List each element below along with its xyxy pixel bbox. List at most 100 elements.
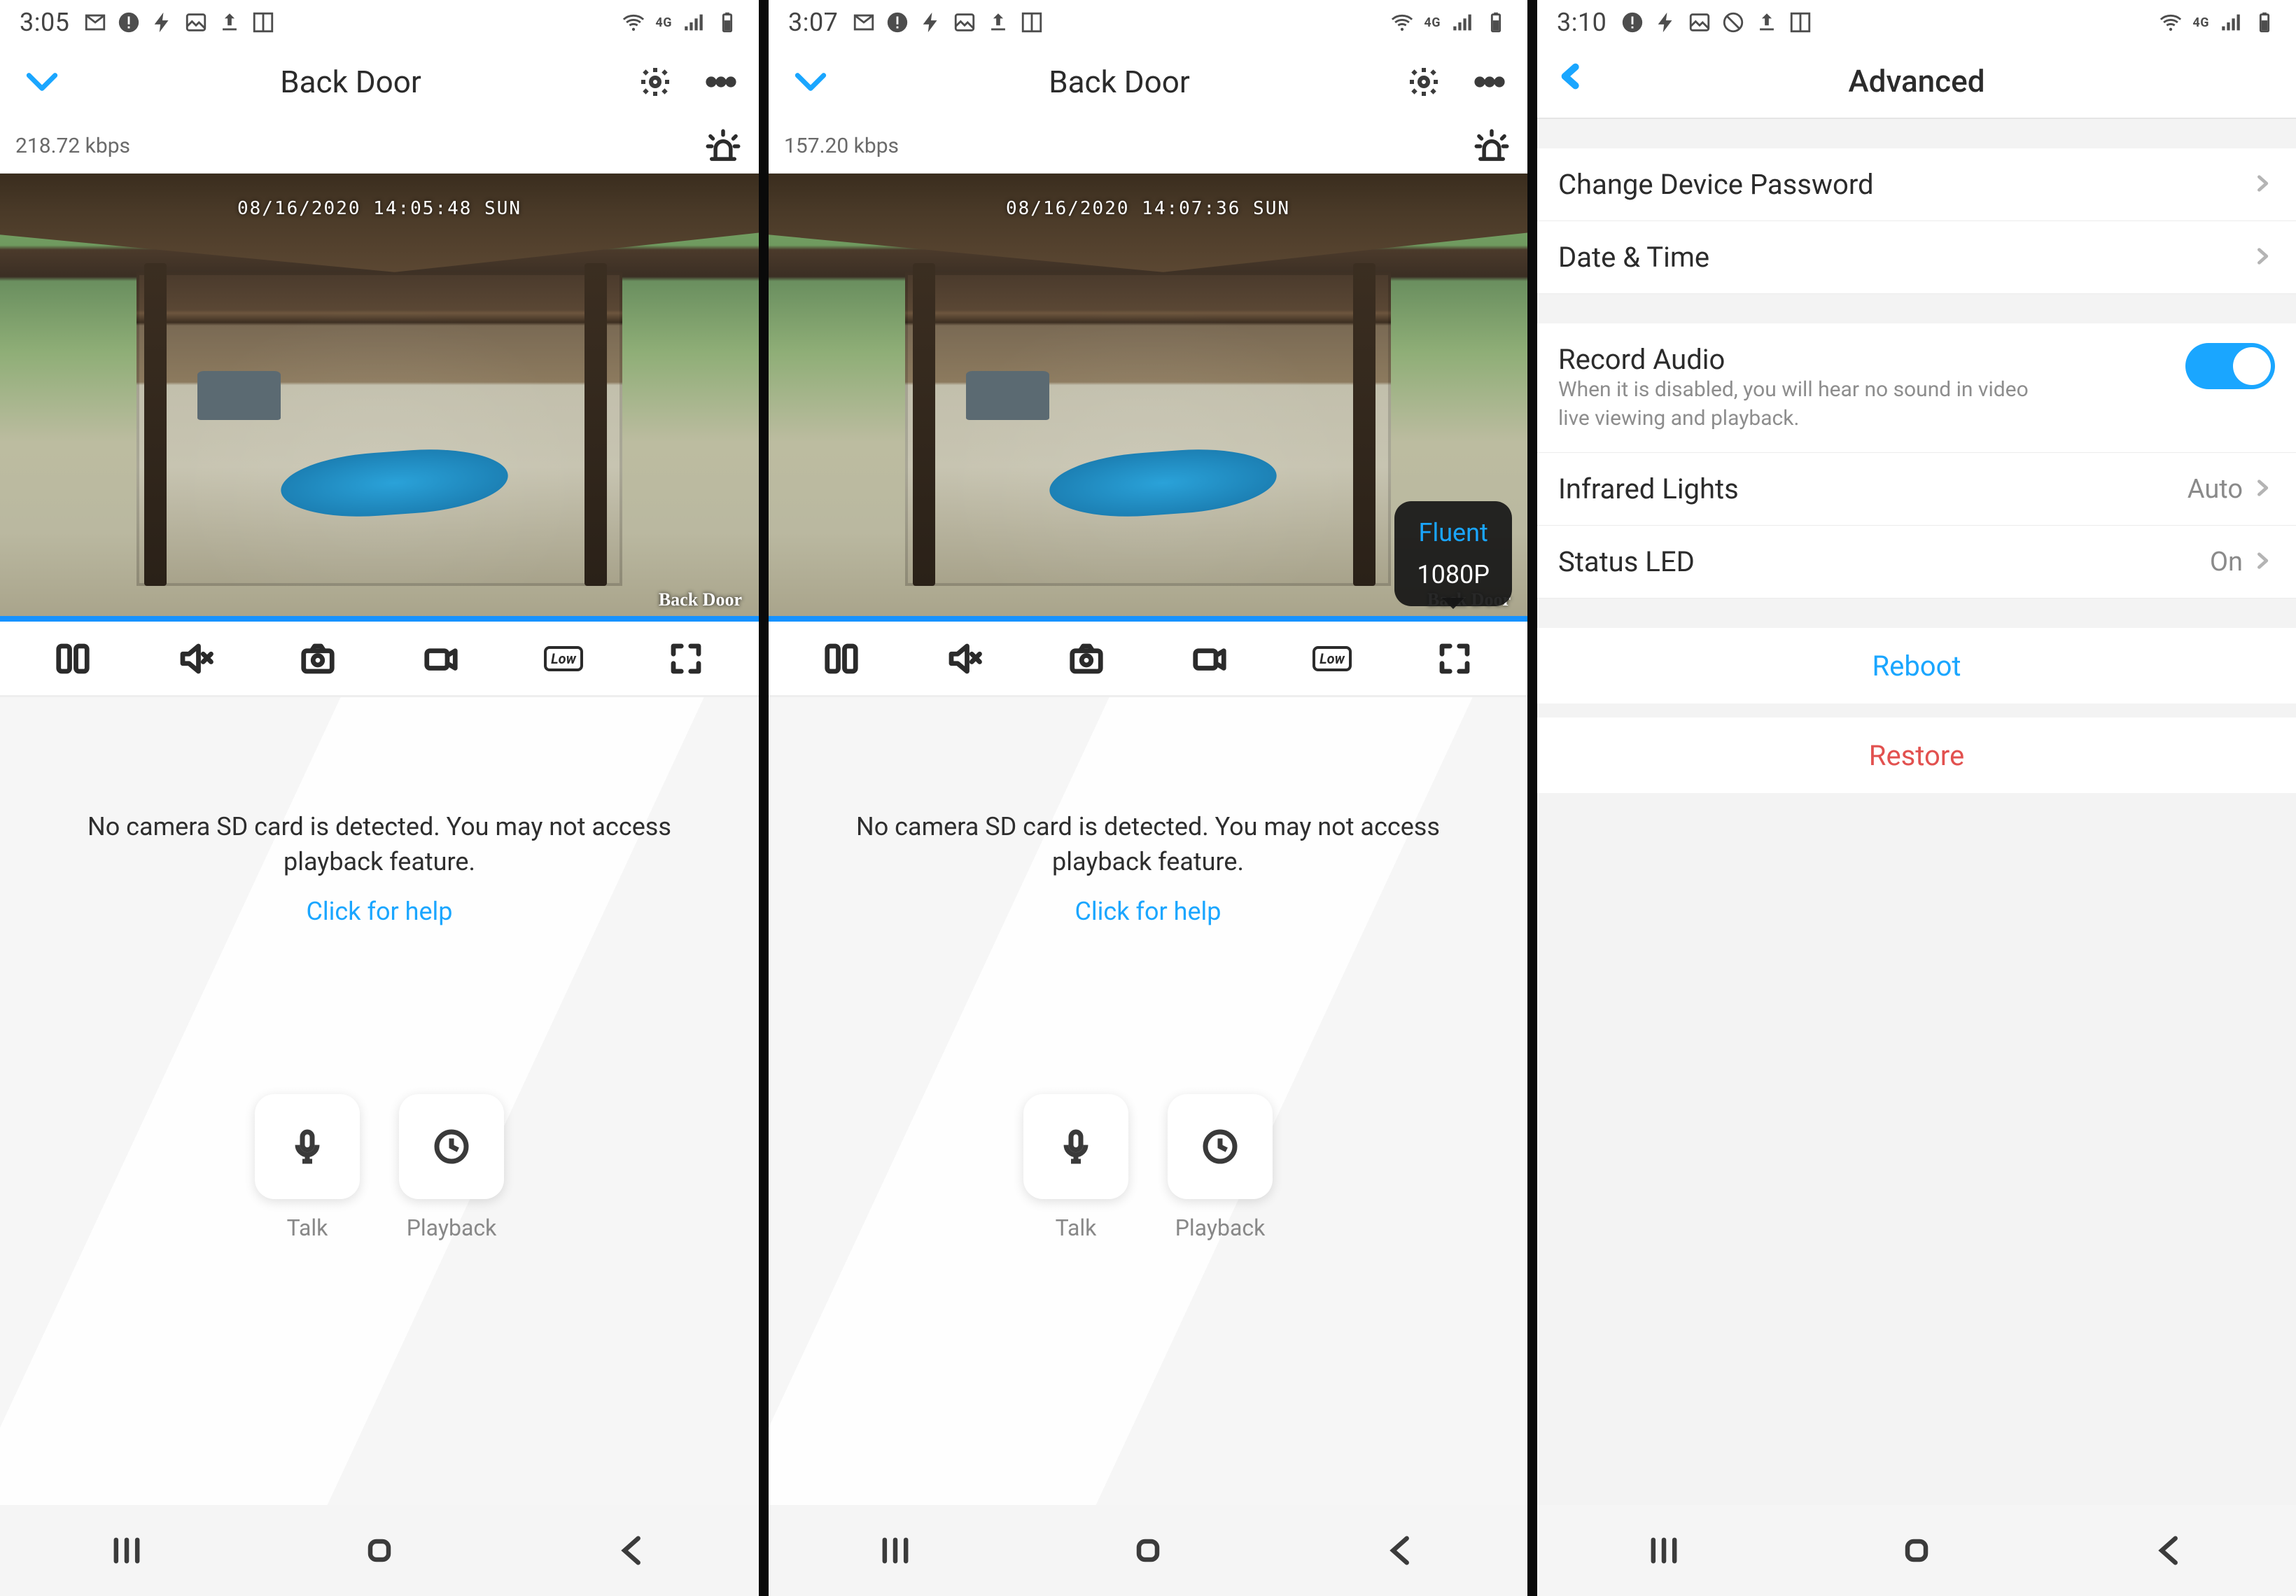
bitrate-bar: 157.20 kbps xyxy=(769,119,1527,174)
row-record-audio[interactable]: Record Audio When it is disabled, you wi… xyxy=(1537,323,2296,453)
recents-button[interactable] xyxy=(1636,1522,1692,1578)
back-chevron[interactable] xyxy=(788,59,833,104)
bitrate-value: 218.72 kbps xyxy=(15,134,130,158)
settings-gear-icon[interactable] xyxy=(637,64,673,100)
upload-icon xyxy=(1755,10,1779,34)
bolt-icon xyxy=(1654,10,1678,34)
fullscreen-icon[interactable] xyxy=(1434,638,1476,680)
network-label: 4G xyxy=(2192,15,2209,30)
more-menu-icon[interactable] xyxy=(1471,64,1508,100)
bolt-icon xyxy=(150,10,174,34)
help-link[interactable]: Click for help xyxy=(306,897,452,926)
app-header: Back Door xyxy=(769,45,1527,119)
status-clock: 3:05 xyxy=(20,8,69,37)
network-label: 4G xyxy=(655,15,672,30)
image-icon xyxy=(184,10,208,34)
more-menu-icon[interactable] xyxy=(703,64,739,100)
phone-screen-2: 3:07 4G Back Door xyxy=(759,0,1527,1596)
signal-bars-icon xyxy=(2219,10,2243,34)
wifi-icon xyxy=(622,10,645,34)
recents-button[interactable] xyxy=(99,1522,155,1578)
home-button[interactable] xyxy=(1120,1522,1176,1578)
settings-list: Change Device Password Date & Time Recor… xyxy=(1537,119,2296,1505)
home-button[interactable] xyxy=(351,1522,407,1578)
home-button[interactable] xyxy=(1889,1522,1945,1578)
android-status-bar: 3:05 4G xyxy=(0,0,759,45)
row-date-time[interactable]: Date & Time xyxy=(1537,221,2296,294)
android-nav-bar xyxy=(0,1505,759,1596)
quality-button[interactable]: Low xyxy=(1311,638,1353,680)
video-toolbar: Low xyxy=(0,622,759,697)
multi-view-icon[interactable] xyxy=(52,638,94,680)
talk-button[interactable] xyxy=(255,1094,360,1199)
back-chevron[interactable] xyxy=(1557,62,1595,100)
phone-screen-3: 3:10 4G Advanced Change Device Pa xyxy=(1527,0,2296,1596)
app-header: Back Door xyxy=(0,45,759,119)
multi-view-icon[interactable] xyxy=(820,638,862,680)
phone-screen-1: 3:05 4G Back Door xyxy=(0,0,759,1596)
mute-icon[interactable] xyxy=(943,638,985,680)
android-status-bar: 3:10 4G xyxy=(1537,0,2296,45)
talk-label: Talk xyxy=(1056,1214,1097,1241)
live-video-feed[interactable]: 08/16/2020 14:05:48 SUN Back Door xyxy=(0,174,759,622)
talk-button[interactable] xyxy=(1023,1094,1128,1199)
back-button[interactable] xyxy=(1373,1522,1429,1578)
siren-icon[interactable] xyxy=(1471,126,1512,167)
playback-notice-area: No camera SD card is detected. You may n… xyxy=(0,697,759,1505)
live-video-feed[interactable]: 08/16/2020 14:07:36 SUN Back Door Fluent… xyxy=(769,174,1527,622)
wifi-icon xyxy=(1390,10,1414,34)
row-label: Date & Time xyxy=(1558,241,1709,274)
dnd-icon xyxy=(1721,10,1745,34)
recents-button[interactable] xyxy=(867,1522,923,1578)
battery-icon xyxy=(715,10,739,34)
row-value: On xyxy=(2210,547,2243,578)
quality-option-1080p[interactable]: 1080P xyxy=(1417,560,1490,589)
back-button[interactable] xyxy=(604,1522,660,1578)
advanced-header: Advanced xyxy=(1537,45,2296,119)
book-icon xyxy=(1788,10,1812,34)
record-video-icon[interactable] xyxy=(420,638,462,680)
upload-icon xyxy=(218,10,241,34)
android-nav-bar xyxy=(1537,1505,2296,1596)
back-chevron[interactable] xyxy=(20,59,64,104)
fullscreen-icon[interactable] xyxy=(665,638,707,680)
playback-button[interactable] xyxy=(1168,1094,1273,1199)
video-camera-name: Back Door xyxy=(659,589,742,610)
android-status-bar: 3:07 4G xyxy=(769,0,1527,45)
row-status-led[interactable]: Status LED On xyxy=(1537,526,2296,598)
android-nav-bar xyxy=(769,1505,1527,1596)
reboot-button[interactable]: Reboot xyxy=(1537,628,2296,704)
playback-label: Playback xyxy=(1175,1214,1266,1241)
row-description: When it is disabled, you will hear no so… xyxy=(1558,376,2047,433)
row-label: Record Audio xyxy=(1558,343,2185,376)
chevron-right-icon xyxy=(2253,478,2275,500)
snapshot-camera-icon[interactable] xyxy=(297,638,339,680)
siren-icon[interactable] xyxy=(703,126,743,167)
row-label: Infrared Lights xyxy=(1558,472,1739,505)
record-audio-toggle[interactable] xyxy=(2185,343,2275,389)
restore-button[interactable]: Restore xyxy=(1537,718,2296,793)
settings-gear-icon[interactable] xyxy=(1406,64,1442,100)
row-infrared-lights[interactable]: Infrared Lights Auto xyxy=(1537,453,2296,526)
quality-option-fluent[interactable]: Fluent xyxy=(1417,518,1490,547)
status-clock: 3:07 xyxy=(788,8,838,37)
alert-icon xyxy=(886,10,909,34)
sd-card-warning: No camera SD card is detected. You may n… xyxy=(53,809,706,880)
battery-icon xyxy=(2253,10,2276,34)
gmail-icon xyxy=(83,10,107,34)
record-video-icon[interactable] xyxy=(1189,638,1231,680)
quality-button[interactable]: Low xyxy=(542,638,584,680)
playback-button[interactable] xyxy=(399,1094,504,1199)
video-timestamp: 08/16/2020 14:05:48 SUN xyxy=(237,198,522,219)
snapshot-camera-icon[interactable] xyxy=(1065,638,1107,680)
mute-icon[interactable] xyxy=(174,638,216,680)
row-change-password[interactable]: Change Device Password xyxy=(1537,148,2296,221)
help-link[interactable]: Click for help xyxy=(1074,897,1221,926)
row-value: Auto xyxy=(2188,474,2243,505)
wifi-icon xyxy=(2159,10,2183,34)
signal-bars-icon xyxy=(682,10,706,34)
back-button[interactable] xyxy=(2141,1522,2197,1578)
upload-icon xyxy=(986,10,1010,34)
battery-icon xyxy=(1484,10,1508,34)
bitrate-value: 157.20 kbps xyxy=(784,134,899,158)
